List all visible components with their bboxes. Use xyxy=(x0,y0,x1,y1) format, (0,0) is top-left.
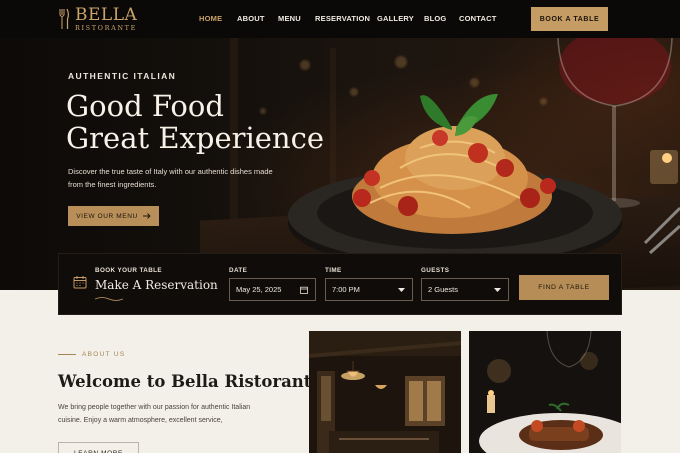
fork-knife-icon xyxy=(59,8,69,30)
guests-label: GUESTS xyxy=(421,267,450,274)
brand-subtitle: RISTORANTE xyxy=(75,24,137,32)
hero-title-line2: Great Experience xyxy=(66,121,324,155)
arrow-right-icon xyxy=(142,213,151,219)
flourish-icon xyxy=(95,297,123,301)
top-navigation: BELLA RISTORANTE HOME ABOUT MENU RESERVA… xyxy=(0,0,680,38)
time-select[interactable]: 7:00 PM xyxy=(325,278,413,301)
date-label: DATE xyxy=(229,267,248,274)
nav-item-reservation[interactable]: RESERVATION xyxy=(315,14,370,23)
time-label: TIME xyxy=(325,267,342,274)
nav-item-home[interactable]: HOME xyxy=(199,14,222,23)
page: BELLA RISTORANTE HOME ABOUT MENU RESERVA… xyxy=(0,0,680,453)
book-table-button[interactable]: BOOK A TABLE xyxy=(531,7,608,31)
about-description: We bring people together with our passio… xyxy=(58,404,251,424)
time-value: 7:00 PM xyxy=(332,285,360,294)
guests-select[interactable]: 2 Guests xyxy=(421,278,509,301)
find-table-button[interactable]: FIND A TABLE xyxy=(519,275,609,300)
date-value: May 25, 2025 xyxy=(236,285,282,294)
about-eyebrow-label: ABOUT US xyxy=(82,351,126,358)
calendar-small-icon xyxy=(300,286,308,294)
chevron-down-icon xyxy=(398,288,405,292)
nav-item-contact[interactable]: CONTACT xyxy=(459,14,497,23)
nav-item-gallery[interactable]: GALLERY xyxy=(377,14,414,23)
reservation-title: Make A Reservation xyxy=(95,278,218,292)
nav-item-blog[interactable]: BLOG xyxy=(424,14,446,23)
interior-illustration xyxy=(309,331,461,453)
about-title: Welcome to Bella Ristorante xyxy=(58,372,322,391)
steak-illustration xyxy=(469,331,621,453)
reservation-eyebrow: BOOK YOUR TABLE xyxy=(95,267,162,274)
view-menu-button[interactable]: VIEW OUR MENU xyxy=(68,206,159,226)
brand-logo[interactable]: BELLA RISTORANTE xyxy=(58,7,137,32)
calendar-icon xyxy=(73,276,87,289)
divider-line xyxy=(58,354,76,355)
nav-item-about[interactable]: ABOUT xyxy=(237,14,265,23)
brand-name: BELLA xyxy=(75,5,138,25)
hero-title-line1: Good Food xyxy=(66,89,224,123)
restaurant-interior-photo xyxy=(309,331,461,453)
about-eyebrow: ABOUT US xyxy=(58,351,126,358)
guests-value: 2 Guests xyxy=(428,285,459,294)
learn-more-button[interactable]: LEARN MORE xyxy=(58,442,139,453)
plated-dish-photo xyxy=(469,331,621,453)
chevron-down-icon xyxy=(494,288,501,292)
reservation-bar: BOOK YOUR TABLE Make A Reservation DATE … xyxy=(58,253,622,315)
date-field[interactable]: May 25, 2025 xyxy=(229,278,316,301)
view-menu-label: VIEW OUR MENU xyxy=(76,212,138,220)
nav-item-menu[interactable]: MENU xyxy=(278,14,301,23)
hero-title: Good Food Great Experience xyxy=(66,90,366,154)
hero-eyebrow: AUTHENTIC ITALIAN xyxy=(68,71,177,81)
hero-description: Discover the true taste of Italy with ou… xyxy=(68,167,273,189)
